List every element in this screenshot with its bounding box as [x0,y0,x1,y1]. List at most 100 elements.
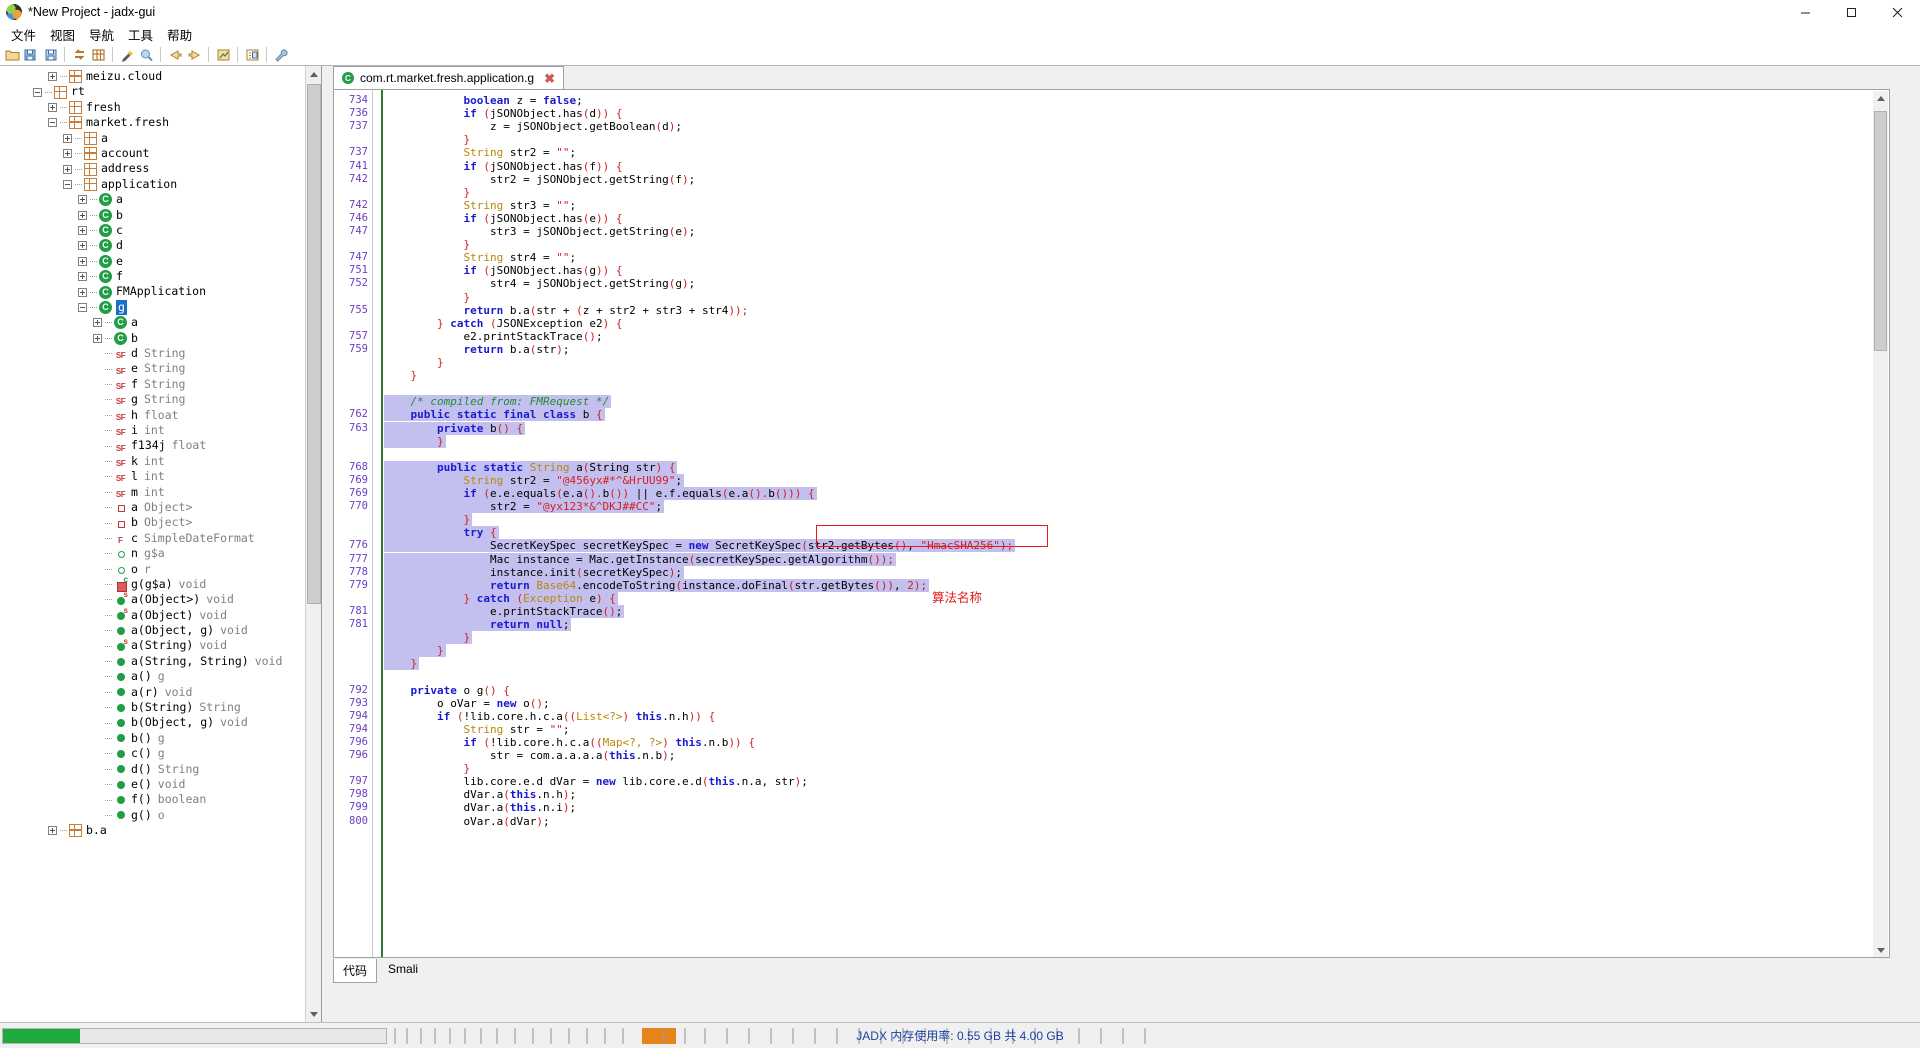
class-tree[interactable]: meizu.cloud rt fresh market.fresh a account ad… [0,66,306,1022]
export-gradle-icon[interactable] [41,46,59,64]
collapse-icon[interactable] [78,303,87,313]
close-icon[interactable]: ✖ [544,72,555,85]
tree-node[interactable]: b [0,331,306,346]
collapse-icon[interactable] [33,87,42,97]
maximize-button[interactable] [1828,0,1874,24]
expand-icon[interactable] [78,272,87,282]
tree-node[interactable]: a Object> [0,500,306,515]
tree-node[interactable]: a(Object, g) void [0,623,306,638]
editor-tab[interactable]: C com.rt.market.fresh.application.g ✖ [333,66,564,89]
tree-node[interactable]: address [0,161,306,176]
code-line-highlighted[interactable]: str2 = "@yx123*&^DKJ##CC"; [384,500,665,514]
tree-node[interactable]: FMApplication [0,284,306,299]
code-line-highlighted[interactable]: } [384,631,473,645]
code-line-highlighted[interactable]: return null; [384,618,572,632]
code-line[interactable]: oVar.a(dVar); [384,815,549,828]
expand-icon[interactable] [63,149,72,159]
tree-scrollbar-thumb[interactable] [307,84,321,604]
tree-node[interactable]: g [0,299,306,316]
tree-node[interactable]: b.a [0,823,306,838]
search-icon[interactable] [137,46,155,64]
code-line[interactable]: if (jSONObject.has(d)) { [384,107,622,120]
tree-node[interactable]: a(String) void [0,638,306,653]
menu-file[interactable]: 文件 [4,24,43,45]
code-line[interactable]: if (!lib.core.h.c.a((List<?>) this.n.h))… [384,710,715,723]
tab-smali[interactable]: Smali [379,959,428,979]
tree-node[interactable]: mint [0,485,306,500]
tree-node[interactable]: f134j float [0,438,306,453]
tree-node[interactable]: a [0,131,306,146]
editor-scrollbar[interactable] [1873,91,1888,957]
code-line[interactable]: z = jSONObject.getBoolean(d); [384,120,682,133]
code-line-highlighted[interactable]: if (e.e.equals(e.a().b()) || e.f.equals(… [384,487,817,501]
preferences-icon[interactable] [243,46,261,64]
tree-scroll-down-icon[interactable] [306,1006,321,1022]
tree-node[interactable]: kint [0,454,306,469]
tree-node[interactable]: f [0,269,306,284]
code-line-highlighted[interactable]: return Base64.encodeToString(instance.do… [384,578,930,592]
tree-node[interactable]: a(Object>) void [0,591,306,607]
code-line[interactable]: } [384,238,470,251]
close-button[interactable] [1874,0,1920,24]
code-line-highlighted[interactable]: try { [384,526,499,540]
code-line[interactable]: str2 = jSONObject.getString(f); [384,173,695,186]
expand-icon[interactable] [78,256,87,266]
collapse-icon[interactable] [48,118,57,128]
code-line[interactable]: boolean z = false; [384,94,582,107]
tree-node[interactable]: b() g [0,731,306,746]
deobfuscation-icon[interactable] [118,46,136,64]
tree-node[interactable]: e [0,254,306,269]
code-line-highlighted[interactable]: } [384,434,446,448]
minimize-button[interactable] [1782,0,1828,24]
code-line-highlighted[interactable]: } catch (Exception e) { [384,591,618,605]
tree-node[interactable]: meizu.cloud [0,69,306,84]
code-line[interactable]: } [384,369,418,382]
tree-node[interactable]: c SimpleDateFormat [0,531,306,546]
tree-node[interactable]: e() void [0,777,306,792]
expand-icon[interactable] [78,226,87,236]
code-line[interactable]: String str = ""; [384,723,569,736]
tree-node[interactable]: g String [0,392,306,407]
code-line[interactable]: str4 = jSONObject.getString(g); [384,277,695,290]
code-line-highlighted[interactable]: public static final class b { [384,408,605,422]
tree-node[interactable]: a [0,315,306,330]
tree-node[interactable]: n g$a [0,546,306,561]
menu-view[interactable]: 视图 [43,24,82,45]
code-line[interactable]: } [384,762,470,775]
code-line[interactable]: dVar.a(this.n.i); [384,801,576,814]
code-line[interactable]: } [384,291,470,304]
code-line-highlighted[interactable]: e.printStackTrace(); [384,604,625,618]
tree-node[interactable]: b [0,208,306,223]
expand-icon[interactable] [78,287,87,297]
sync-icon[interactable] [70,46,88,64]
code-line[interactable]: str3 = jSONObject.getString(e); [384,225,695,238]
tree-node[interactable]: application [0,177,306,192]
tree-node[interactable]: d [0,238,306,253]
code-line[interactable]: private o g() { [384,684,510,697]
tree-node[interactable]: account [0,146,306,161]
expand-icon[interactable] [48,102,57,112]
code-line[interactable]: } catch (JSONException e2) { [384,317,622,330]
expand-icon[interactable] [48,826,57,836]
tree-node[interactable]: a(String, String) void [0,654,306,669]
code-line[interactable]: String str4 = ""; [384,251,576,264]
code-line[interactable]: lib.core.e.d dVar = new lib.core.e.d(thi… [384,775,807,788]
tree-node[interactable]: g() o [0,808,306,823]
tree-node[interactable]: or [0,562,306,577]
tree-node[interactable]: lint [0,469,306,484]
code-line[interactable]: return b.a(str + (z + str2 + str3 + str4… [384,304,748,317]
tree-node[interactable]: b(String) String [0,700,306,715]
menu-navigate[interactable]: 导航 [82,24,121,45]
menu-tools[interactable]: 工具 [121,24,160,45]
code-line[interactable]: if (jSONObject.has(f)) { [384,160,622,173]
code-line[interactable]: String str2 = ""; [384,146,576,159]
expand-icon[interactable] [93,333,102,343]
code-line[interactable]: String str3 = ""; [384,199,576,212]
tree-node[interactable]: a(Object) void [0,607,306,623]
log-icon[interactable] [214,46,232,64]
code-line[interactable]: o oVar = new o(); [384,697,550,710]
code-line[interactable]: } [384,133,470,146]
editor-scroll-down-icon[interactable] [1873,943,1888,957]
collapse-icon[interactable] [63,179,72,189]
tree-node[interactable]: a() g [0,669,306,684]
